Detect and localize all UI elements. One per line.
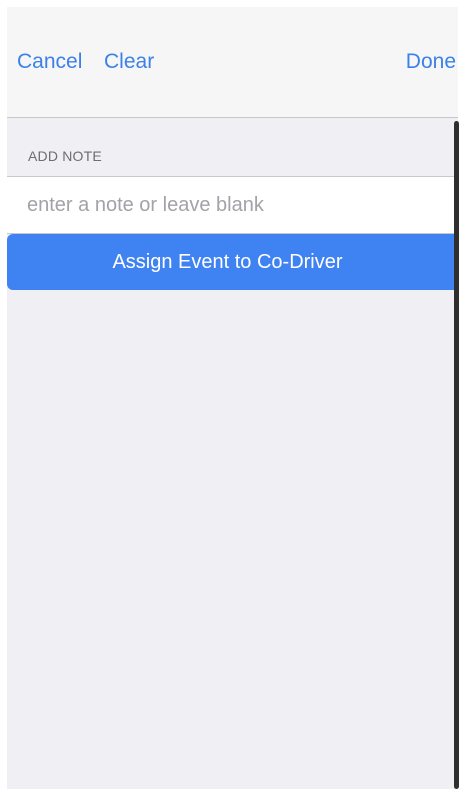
note-input[interactable]	[27, 177, 447, 233]
modal-panel: Cancel Clear Done ADD NOTE Assign Event …	[7, 7, 458, 789]
scrollbar[interactable]	[454, 121, 459, 789]
cancel-button[interactable]: Cancel	[17, 47, 82, 77]
done-button[interactable]: Done	[406, 47, 456, 77]
note-row	[7, 176, 458, 234]
assign-to-co-driver-button[interactable]: Assign Event to Co-Driver	[7, 234, 458, 290]
clear-button[interactable]: Clear	[104, 47, 154, 77]
screen: Cancel Clear Done ADD NOTE Assign Event …	[0, 0, 460, 789]
add-note-header: ADD NOTE	[28, 148, 102, 164]
navigation-bar: Cancel Clear Done	[7, 7, 458, 118]
